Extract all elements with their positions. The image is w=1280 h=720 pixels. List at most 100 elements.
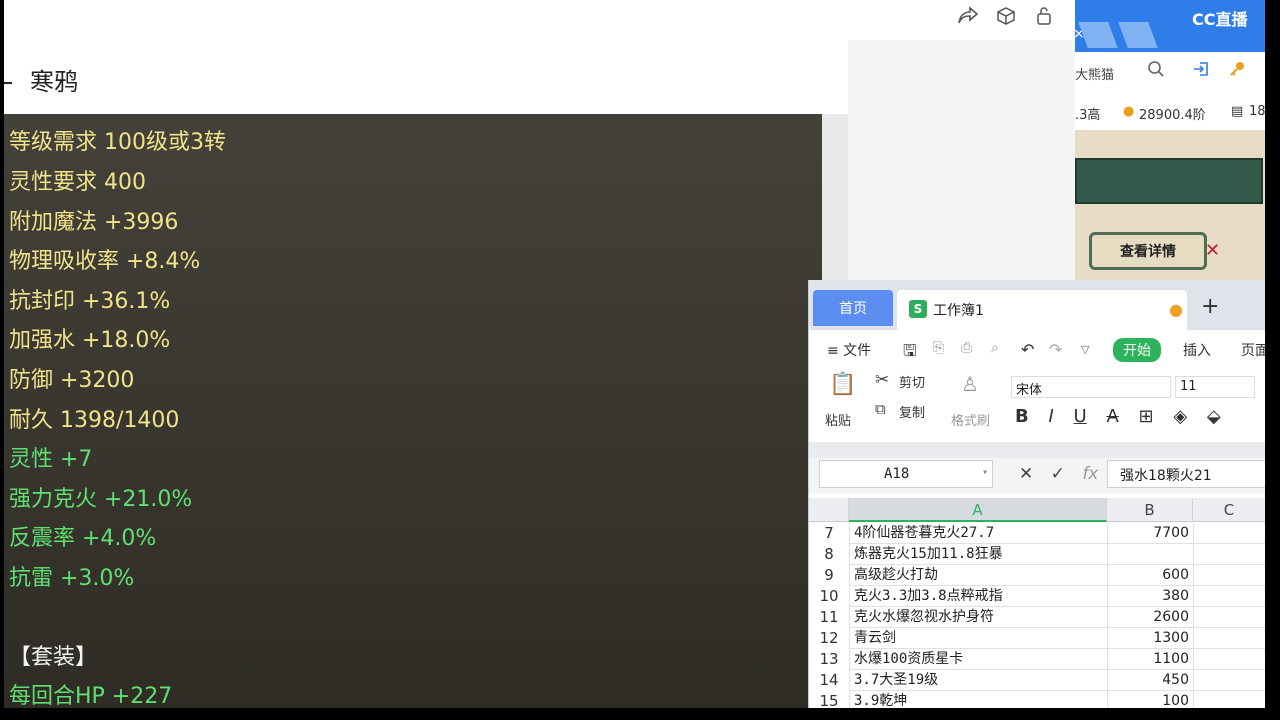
column-header-c[interactable]: C <box>1193 498 1265 522</box>
cell-a[interactable]: 3.7大圣19级 <box>849 670 1107 691</box>
row-number[interactable]: 9 <box>809 565 849 586</box>
side-panel <box>848 40 1075 280</box>
export-icon[interactable]: ⎘ <box>933 340 944 356</box>
cell-a[interactable]: 炼器克火15加11.8狂暴 <box>849 544 1107 565</box>
cell-a[interactable]: 青云剑 <box>849 628 1107 649</box>
confirm-icon[interactable]: ✓ <box>1051 464 1065 484</box>
cell-c[interactable] <box>1193 523 1265 544</box>
tab-page[interactable]: 页面 <box>1241 340 1265 360</box>
row-number[interactable]: 10 <box>809 586 849 607</box>
browser-tab[interactable] <box>1078 22 1118 48</box>
row-number[interactable]: 8 <box>809 544 849 565</box>
preview-icon[interactable]: ⌕ <box>991 340 999 356</box>
share-icon[interactable] <box>956 4 980 28</box>
browser-window: × 大熊猫 .3高 ● 28900.4阶 ▤ 18 查看详情 ✕ <box>1075 0 1265 280</box>
format-painter-icon[interactable]: ♙ <box>961 372 979 396</box>
column-header-a[interactable]: A <box>849 498 1107 522</box>
cell-b[interactable]: 2600 <box>1107 607 1193 628</box>
stat-durability: 耐久 1398/1400 <box>9 408 180 433</box>
cell-b[interactable] <box>1107 544 1193 565</box>
paint-bucket-icon[interactable]: ⬙ <box>1207 406 1221 427</box>
cell-a[interactable]: 克火水爆忽视水护身符 <box>849 607 1107 628</box>
cut-icon[interactable]: ✂ <box>875 370 889 390</box>
cell-b[interactable]: 1100 <box>1107 649 1193 670</box>
cell-c[interactable] <box>1193 565 1265 586</box>
stat-counter: 反震率 +4.0% <box>9 526 157 551</box>
row-number[interactable]: 14 <box>809 670 849 691</box>
row-number[interactable]: 13 <box>809 649 849 670</box>
cell-b[interactable]: 450 <box>1107 670 1193 691</box>
table-row: 14 3.7大圣19级 450 <box>809 670 1265 691</box>
cancel-icon[interactable]: ✕ <box>1019 464 1033 484</box>
cell-c[interactable] <box>1193 586 1265 607</box>
format-painter-button[interactable]: 格式刷 <box>951 410 990 429</box>
row-number[interactable]: 15 <box>809 691 849 708</box>
border-icon[interactable]: ⊞ <box>1139 406 1154 427</box>
redo-icon[interactable]: ↷ <box>1049 340 1062 359</box>
cell-c[interactable] <box>1193 691 1265 708</box>
tab-workbook[interactable]: S 工作簿1 ● <box>897 290 1187 330</box>
font-name-select[interactable]: 宋体 <box>1011 376 1171 398</box>
cell-b[interactable]: 600 <box>1107 565 1193 586</box>
cell-a[interactable]: 3.9乾坤 <box>849 691 1107 708</box>
view-details-button[interactable]: 查看详情 <box>1089 232 1207 270</box>
cell-a[interactable]: 高级趁火打劫 <box>849 565 1107 586</box>
more-icon[interactable]: ▽ <box>1081 343 1089 356</box>
formula-icons: ✕ ✓ fx <box>1019 464 1110 484</box>
strikethrough-icon[interactable]: A <box>1106 406 1118 427</box>
table-row: 8 炼器克火15加11.8狂暴 <box>809 544 1265 565</box>
cell-c[interactable] <box>1193 607 1265 628</box>
cell-a[interactable]: 4阶仙器苍暮克火27.7 <box>849 523 1107 544</box>
file-menu[interactable]: ≡ 文件 <box>827 340 871 360</box>
copy-button[interactable]: 复制 <box>899 402 925 421</box>
cell-b[interactable]: 1300 <box>1107 628 1193 649</box>
search-bar[interactable]: 大熊猫 <box>1075 58 1265 88</box>
stat-spirit: 灵性 +7 <box>9 447 93 472</box>
lock-icon[interactable] <box>1032 4 1056 28</box>
print-icon[interactable]: ⎙ <box>961 340 972 356</box>
cell-c[interactable] <box>1193 649 1265 670</box>
cell-b[interactable]: 100 <box>1107 691 1193 708</box>
chevron-down-icon[interactable]: ▾ <box>982 467 988 478</box>
italic-icon[interactable]: I <box>1048 406 1053 427</box>
browser-tab[interactable] <box>1118 22 1158 48</box>
cell-c[interactable] <box>1193 628 1265 649</box>
cell-a[interactable]: 水爆100资质星卡 <box>849 649 1107 670</box>
tab-insert[interactable]: 插入 <box>1183 340 1211 360</box>
tab-home[interactable]: 首页 <box>813 290 893 326</box>
row-number[interactable]: 11 <box>809 607 849 628</box>
row-number[interactable]: 12 <box>809 628 849 649</box>
cube-icon[interactable] <box>994 4 1018 28</box>
cell-c[interactable] <box>1193 544 1265 565</box>
underline-icon[interactable]: U <box>1074 406 1087 427</box>
undo-icon[interactable]: ↶ <box>1021 340 1034 359</box>
cell-a[interactable]: 克火3.3加3.8点粹戒指 <box>849 586 1107 607</box>
fill-color-icon[interactable]: ◈ <box>1173 406 1187 427</box>
cell-b[interactable]: 7700 <box>1107 523 1193 544</box>
paste-button[interactable]: 粘贴 <box>825 410 851 429</box>
bold-icon[interactable]: B <box>1015 406 1029 427</box>
cell-b[interactable]: 380 <box>1107 586 1193 607</box>
paste-icon[interactable]: 📋 <box>829 372 856 397</box>
new-tab-button[interactable]: + <box>1201 294 1219 319</box>
unsaved-dot-icon: ● <box>1169 300 1183 319</box>
sheet-app-icon: S <box>909 300 927 318</box>
login-icon[interactable] <box>1192 60 1210 83</box>
cell-grid: A B C 7 4阶仙器苍暮克火27.7 7700 8 炼器克火15加11.8狂… <box>809 498 1265 708</box>
cell-c[interactable] <box>1193 670 1265 691</box>
close-icon[interactable]: ✕ <box>1205 240 1220 261</box>
copy-icon[interactable]: ⧉ <box>875 400 886 418</box>
formula-input[interactable]: 强水18颗火21 <box>1107 460 1265 488</box>
cut-button[interactable]: 剪切 <box>899 372 925 391</box>
tab-start[interactable]: 开始 <box>1113 338 1161 362</box>
save-icon[interactable]: 🖫 <box>903 340 917 367</box>
cell-name-box[interactable]: A18 ▾ <box>819 460 993 488</box>
row-number[interactable]: 7 <box>809 523 849 544</box>
function-icon[interactable]: fx <box>1082 464 1098 484</box>
search-icon[interactable] <box>1147 60 1165 83</box>
column-header-b[interactable]: B <box>1107 498 1193 522</box>
select-all-corner[interactable] <box>809 498 849 522</box>
font-size-select[interactable]: 11 <box>1175 376 1255 398</box>
workbook-name: 工作簿1 <box>933 303 984 319</box>
key-icon[interactable] <box>1228 60 1246 83</box>
